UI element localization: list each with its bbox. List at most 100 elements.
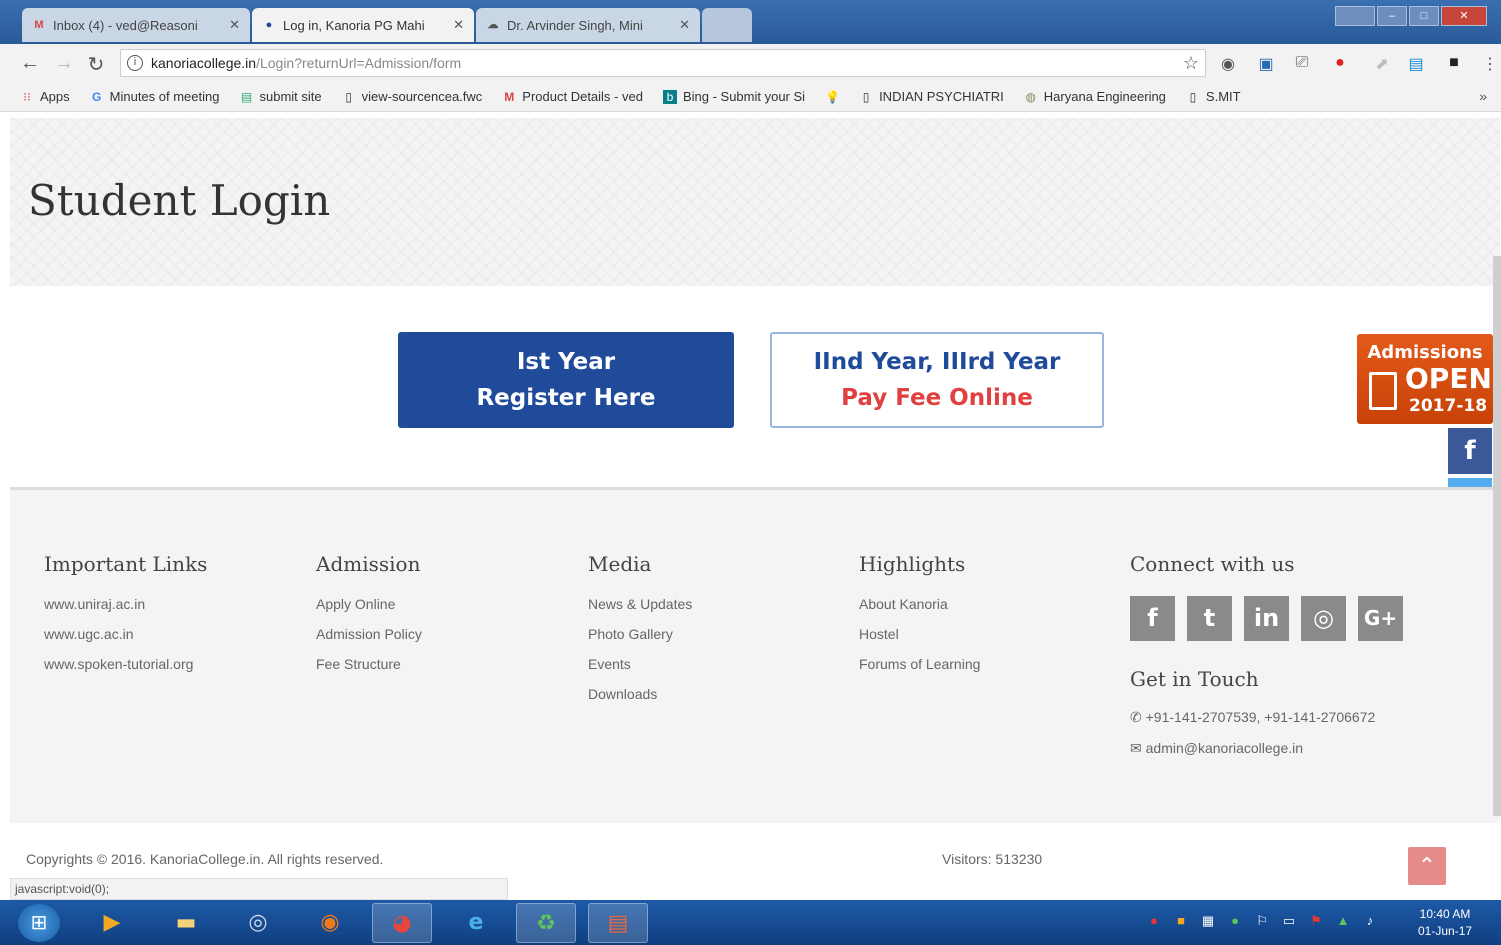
footer-link[interactable]: www.uniraj.ac.in xyxy=(44,596,207,612)
pinterest-icon[interactable]: ● xyxy=(1330,54,1350,74)
status-bar: javascript:void(0); xyxy=(10,878,508,900)
window-controls: – □ ✕ xyxy=(1335,6,1487,26)
url-path: /Login?returnUrl=Admission/form xyxy=(256,55,462,71)
footer-link[interactable]: Photo Gallery xyxy=(588,626,692,642)
app-icon[interactable]: ♻ xyxy=(516,903,576,943)
footer-link[interactable]: Admission Policy xyxy=(316,626,422,642)
back-icon[interactable]: ← xyxy=(18,52,42,75)
footer-link[interactable]: Hostel xyxy=(859,626,980,642)
bookmark-label: Bing - Submit your Si xyxy=(682,89,806,104)
twitter-icon[interactable]: t xyxy=(1187,596,1232,641)
bookmark-minutes[interactable]: G Minutes of meeting xyxy=(90,89,220,104)
bookmark-bulb[interactable]: 💡 xyxy=(825,90,840,104)
footer-link[interactable]: Forums of Learning xyxy=(859,656,980,672)
minimize-button[interactable]: – xyxy=(1377,6,1407,26)
tab-label: Inbox (4) - ved@Reasoni xyxy=(53,17,198,33)
register-button[interactable]: Ist Year Register Here xyxy=(398,332,734,428)
pay-line2: Pay Fee Online xyxy=(841,385,1033,411)
menu-icon[interactable]: ⋮ xyxy=(1480,54,1500,74)
phone-row: ✆ +91-141-2707539, +91-141-2706672 xyxy=(1130,709,1403,726)
bookmark-bing[interactable]: b Bing - Submit your Si xyxy=(662,89,806,104)
chrome-icon[interactable]: ◕ xyxy=(372,903,432,943)
footer-link[interactable]: Apply Online xyxy=(316,596,422,612)
scroll-to-top-button[interactable]: ⌃ xyxy=(1408,847,1446,885)
internet-explorer-icon[interactable]: e xyxy=(446,903,506,943)
settings-icon[interactable]: ◎ xyxy=(228,903,288,943)
firefox-icon[interactable]: ◉ xyxy=(300,903,360,943)
email-address[interactable]: admin@kanoriacollege.in xyxy=(1146,740,1303,756)
instagram-icon[interactable]: ◎ xyxy=(1301,596,1346,641)
start-button[interactable]: ⊞ xyxy=(18,904,60,942)
maximize-button[interactable]: □ xyxy=(1409,6,1439,26)
bookmark-psychiatri[interactable]: ▯ INDIAN PSYCHIATRI xyxy=(859,89,1004,104)
copyright-text: Copyrights © 2016. KanoriaCollege.in. Al… xyxy=(26,851,384,867)
extension-icon[interactable]: ⬈ xyxy=(1372,54,1392,74)
close-tab-icon[interactable]: ✕ xyxy=(679,17,690,33)
register-line2: Register Here xyxy=(476,385,656,411)
camera-icon[interactable]: ◉ xyxy=(1218,54,1238,74)
tray-icon[interactable]: ■ xyxy=(1172,912,1190,930)
network-icon[interactable]: ▲ xyxy=(1334,912,1352,930)
clock[interactable]: 10:40 AM 01-Jun-17 xyxy=(1418,906,1472,940)
admissions-open-badge[interactable]: Admissions OPEN 2017-18 xyxy=(1357,334,1493,424)
new-tab-button[interactable] xyxy=(702,8,752,42)
bookmark-label: Haryana Engineering xyxy=(1043,89,1166,104)
media-player-icon[interactable]: ▶ xyxy=(82,903,142,943)
pay-fee-button[interactable]: IInd Year, IIIrd Year Pay Fee Online xyxy=(770,332,1104,428)
bookmark-submit-site[interactable]: ▤ submit site xyxy=(239,89,322,104)
linkedin-icon[interactable]: in xyxy=(1244,596,1289,641)
bookmark-label: Minutes of meeting xyxy=(109,89,220,104)
tab-arvinder[interactable]: ☁ Dr. Arvinder Singh, Mini ✕ xyxy=(476,8,700,42)
register-line1: Ist Year xyxy=(516,349,616,375)
info-icon[interactable]: i xyxy=(127,55,143,71)
bookmark-product[interactable]: M Product Details - ved xyxy=(502,89,643,104)
cast-icon[interactable]: ⎚ xyxy=(1292,54,1312,74)
url-domain: kanoriacollege.in xyxy=(151,55,257,71)
footer-link[interactable]: Events xyxy=(588,656,692,672)
bookmark-apps[interactable]: ⁝⁝ Apps xyxy=(20,89,69,104)
close-window-button[interactable]: ✕ xyxy=(1441,6,1487,26)
extension-icon[interactable]: ■ xyxy=(1444,54,1464,74)
admissions-label: Admissions xyxy=(1367,342,1483,363)
profile-button[interactable] xyxy=(1335,6,1375,26)
facebook-icon[interactable]: f xyxy=(1130,596,1175,641)
tab-login[interactable]: ● Log in, Kanoria PG Mahi ✕ xyxy=(252,8,474,42)
bookmark-view-source[interactable]: ▯ view-sourcencea.fwc xyxy=(342,89,482,104)
side-facebook-icon[interactable]: f xyxy=(1448,428,1492,474)
more-bookmarks-icon[interactable]: » xyxy=(1479,88,1487,104)
footer-link[interactable]: Downloads xyxy=(588,686,692,702)
file-explorer-icon[interactable]: ▬ xyxy=(156,903,216,943)
close-tab-icon[interactable]: ✕ xyxy=(453,17,464,33)
page-icon: ● xyxy=(265,19,273,31)
volume-icon[interactable]: ♪ xyxy=(1361,912,1379,930)
site-icon: ▤ xyxy=(240,89,253,104)
footer-link[interactable]: www.ugc.ac.in xyxy=(44,626,207,642)
url-input[interactable]: i kanoriacollege.in /Login?returnUrl=Adm… xyxy=(120,49,1206,77)
reload-icon[interactable]: ↻ xyxy=(84,52,108,77)
tray-icon[interactable]: ▭ xyxy=(1280,912,1298,930)
forward-icon[interactable]: → xyxy=(52,52,76,75)
bookmark-haryana[interactable]: ◍ Haryana Engineering xyxy=(1024,89,1166,104)
powerpoint-icon[interactable]: ▤ xyxy=(588,903,648,943)
extension-icon[interactable]: ▣ xyxy=(1256,54,1276,74)
extension-icon[interactable]: ▤ xyxy=(1406,54,1426,74)
googleplus-icon[interactable]: G+ xyxy=(1358,596,1403,641)
scrollbar[interactable] xyxy=(1493,256,1501,816)
bookmark-star-icon[interactable]: ☆ xyxy=(1183,53,1199,74)
bookmark-smit[interactable]: ▯ S.MIT xyxy=(1186,89,1241,104)
footer-link[interactable]: Fee Structure xyxy=(316,656,422,672)
gmail-icon: M xyxy=(34,19,44,31)
close-tab-icon[interactable]: ✕ xyxy=(229,17,240,33)
footer-link[interactable]: www.spoken-tutorial.org xyxy=(44,656,207,672)
footer-link[interactable]: About Kanoria xyxy=(859,596,980,612)
windows-taskbar: ⊞ ▶ ▬ ◎ ◉ ◕ e ♻ ▤ ● ■ ▦ ● ⚐ ▭ ⚑ ▲ ♪ 10:4… xyxy=(0,900,1501,945)
tray-icon[interactable]: ⚐ xyxy=(1253,912,1271,930)
tray-icon[interactable]: ⚑ xyxy=(1307,912,1325,930)
footer-admission: Admission Apply Online Admission Policy … xyxy=(316,552,422,686)
footer-link[interactable]: News & Updates xyxy=(588,596,692,612)
tray-icon[interactable]: ● xyxy=(1145,912,1163,930)
tab-inbox[interactable]: M Inbox (4) - ved@Reasoni ✕ xyxy=(22,8,250,42)
footer-connect: Connect with us f t in ◎ G+ Get in Touch… xyxy=(1130,552,1403,771)
tray-icon[interactable]: ● xyxy=(1226,912,1244,930)
tray-icon[interactable]: ▦ xyxy=(1199,912,1217,930)
